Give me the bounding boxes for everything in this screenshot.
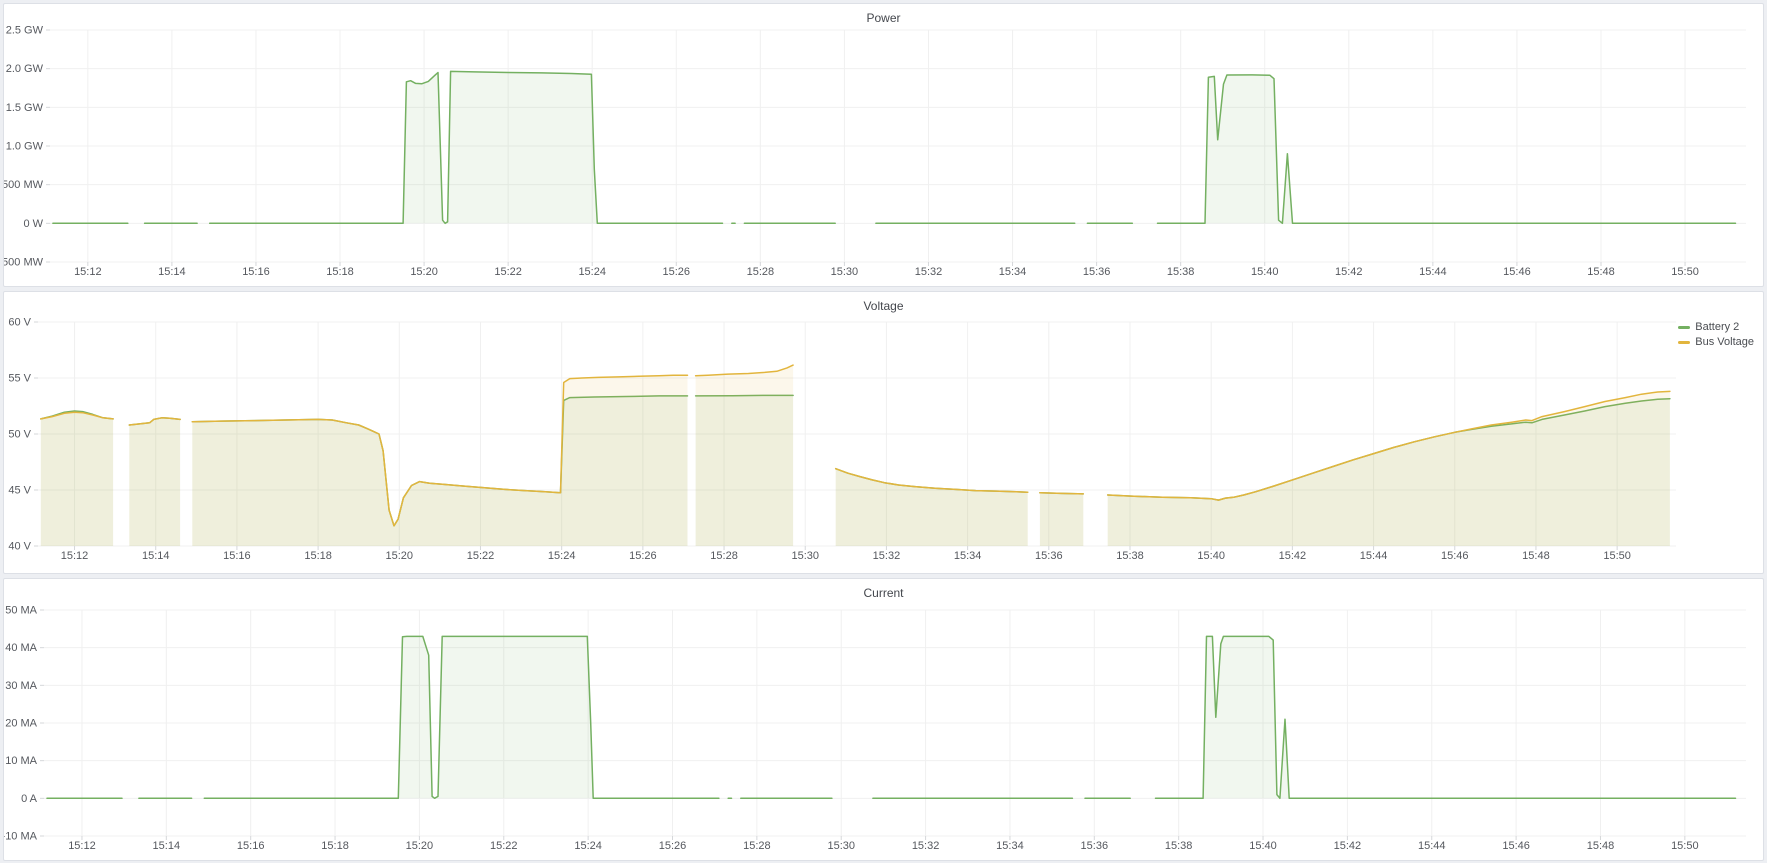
svg-text:60 V: 60 V — [8, 317, 31, 329]
svg-text:15:34: 15:34 — [996, 840, 1024, 852]
svg-text:2.0 GW: 2.0 GW — [6, 63, 44, 75]
svg-text:15:12: 15:12 — [61, 550, 89, 562]
grafana-dashboard: 2.5 GW2.0 GW1.5 GW1.0 GW500 MW0 W-500 MW… — [0, 0, 1767, 863]
svg-text:15:46: 15:46 — [1503, 266, 1531, 278]
svg-text:15:22: 15:22 — [467, 550, 495, 562]
svg-text:10 MA: 10 MA — [5, 755, 37, 767]
svg-text:15:34: 15:34 — [999, 266, 1027, 278]
svg-text:15:24: 15:24 — [548, 550, 576, 562]
power-chart[interactable]: 2.5 GW2.0 GW1.5 GW1.0 GW500 MW0 W-500 MW… — [4, 4, 1763, 286]
legend-label-battery2: Battery 2 — [1695, 321, 1739, 333]
svg-text:30 MA: 30 MA — [5, 680, 37, 692]
svg-text:15:36: 15:36 — [1083, 266, 1111, 278]
svg-text:15:48: 15:48 — [1587, 266, 1615, 278]
panel-current: 50 MA 40 MA 30 MA 20 MA 10 MA 0 A -10 MA 15:12 1… — [3, 578, 1764, 861]
legend-label-bus-voltage: Bus Voltage — [1695, 336, 1754, 348]
svg-text:15:26: 15:26 — [659, 840, 687, 852]
current-chart[interactable]: 50 MA 40 MA 30 MA 20 MA 10 MA 0 A -10 MA 15:12 1… — [4, 579, 1763, 860]
svg-text:15:20: 15:20 — [386, 550, 414, 562]
panel-power: 2.5 GW2.0 GW1.5 GW1.0 GW500 MW0 W-500 MW… — [3, 3, 1764, 287]
svg-text:15:16: 15:16 — [237, 840, 265, 852]
svg-text:15:50: 15:50 — [1603, 550, 1631, 562]
bus-voltage-series-swatch-icon — [1678, 341, 1690, 344]
svg-text:45 V: 45 V — [8, 485, 31, 497]
svg-text:15:20: 15:20 — [406, 840, 434, 852]
svg-text:15:30: 15:30 — [791, 550, 819, 562]
svg-text:15:18: 15:18 — [326, 266, 354, 278]
battery2-series-swatch-icon — [1678, 326, 1690, 329]
svg-text:40 MA: 40 MA — [5, 642, 37, 654]
svg-text:15:40: 15:40 — [1249, 840, 1277, 852]
svg-text:15:38: 15:38 — [1167, 266, 1195, 278]
svg-text:15:32: 15:32 — [873, 550, 901, 562]
svg-text:15:32: 15:32 — [915, 266, 943, 278]
svg-text:15:36: 15:36 — [1081, 840, 1109, 852]
svg-text:15:18: 15:18 — [321, 840, 349, 852]
svg-text:50 V: 50 V — [8, 429, 31, 441]
svg-text:-10 MA: -10 MA — [4, 831, 38, 843]
svg-text:15:16: 15:16 — [223, 550, 251, 562]
svg-text:1.0 GW: 1.0 GW — [6, 141, 44, 153]
svg-text:15:24: 15:24 — [578, 266, 606, 278]
svg-text:15:22: 15:22 — [490, 840, 518, 852]
svg-text:15:30: 15:30 — [831, 266, 859, 278]
panel-title-current[interactable]: Current — [4, 582, 1763, 604]
svg-text:15:24: 15:24 — [574, 840, 602, 852]
voltage-legend: Battery 2 Bus Voltage — [1678, 321, 1754, 348]
svg-text:-500 MW: -500 MW — [4, 257, 44, 269]
svg-text:500 MW: 500 MW — [4, 179, 44, 191]
svg-text:15:48: 15:48 — [1587, 840, 1615, 852]
svg-text:0 W: 0 W — [23, 218, 43, 230]
svg-text:15:28: 15:28 — [743, 840, 771, 852]
svg-text:15:40: 15:40 — [1197, 550, 1225, 562]
svg-text:50 MA: 50 MA — [5, 605, 37, 617]
svg-text:0 A: 0 A — [21, 793, 38, 805]
svg-text:15:36: 15:36 — [1035, 550, 1063, 562]
svg-text:15:30: 15:30 — [827, 840, 855, 852]
svg-text:15:14: 15:14 — [153, 840, 181, 852]
svg-text:20 MA: 20 MA — [5, 718, 37, 730]
svg-text:15:42: 15:42 — [1334, 840, 1362, 852]
svg-text:15:26: 15:26 — [629, 550, 657, 562]
svg-text:15:44: 15:44 — [1419, 266, 1447, 278]
legend-item-bus-voltage[interactable]: Bus Voltage — [1678, 336, 1754, 348]
svg-text:15:14: 15:14 — [158, 266, 186, 278]
svg-text:15:42: 15:42 — [1335, 266, 1363, 278]
svg-text:15:34: 15:34 — [954, 550, 982, 562]
svg-text:15:38: 15:38 — [1116, 550, 1144, 562]
legend-item-battery2[interactable]: Battery 2 — [1678, 321, 1754, 333]
svg-text:15:44: 15:44 — [1360, 550, 1388, 562]
svg-text:15:16: 15:16 — [242, 266, 270, 278]
svg-text:15:40: 15:40 — [1251, 266, 1279, 278]
svg-text:15:48: 15:48 — [1522, 550, 1550, 562]
svg-text:15:44: 15:44 — [1418, 840, 1446, 852]
svg-text:15:46: 15:46 — [1502, 840, 1530, 852]
svg-text:15:50: 15:50 — [1671, 266, 1699, 278]
svg-text:55 V: 55 V — [8, 373, 31, 385]
svg-text:15:28: 15:28 — [710, 550, 738, 562]
panel-voltage: 60 V 55 V 50 V 45 V 40 V 15:12 15:14 15:16 15:18… — [3, 291, 1764, 574]
svg-text:15:38: 15:38 — [1165, 840, 1193, 852]
svg-text:40 V: 40 V — [8, 541, 31, 553]
svg-text:15:12: 15:12 — [74, 266, 102, 278]
svg-text:15:12: 15:12 — [68, 840, 96, 852]
voltage-chart[interactable]: 60 V 55 V 50 V 45 V 40 V 15:12 15:14 15:16 15:18… — [4, 292, 1763, 573]
svg-text:15:50: 15:50 — [1671, 840, 1699, 852]
svg-text:15:18: 15:18 — [304, 550, 332, 562]
svg-text:15:22: 15:22 — [494, 266, 522, 278]
svg-text:15:14: 15:14 — [142, 550, 170, 562]
svg-text:1.5 GW: 1.5 GW — [6, 102, 44, 114]
svg-text:15:46: 15:46 — [1441, 550, 1469, 562]
svg-text:15:20: 15:20 — [410, 266, 438, 278]
svg-text:15:28: 15:28 — [747, 266, 775, 278]
svg-text:15:26: 15:26 — [663, 266, 691, 278]
svg-text:15:42: 15:42 — [1279, 550, 1307, 562]
svg-text:15:32: 15:32 — [912, 840, 940, 852]
panel-title-power[interactable]: Power — [4, 7, 1763, 29]
panel-title-voltage[interactable]: Voltage — [4, 295, 1763, 317]
